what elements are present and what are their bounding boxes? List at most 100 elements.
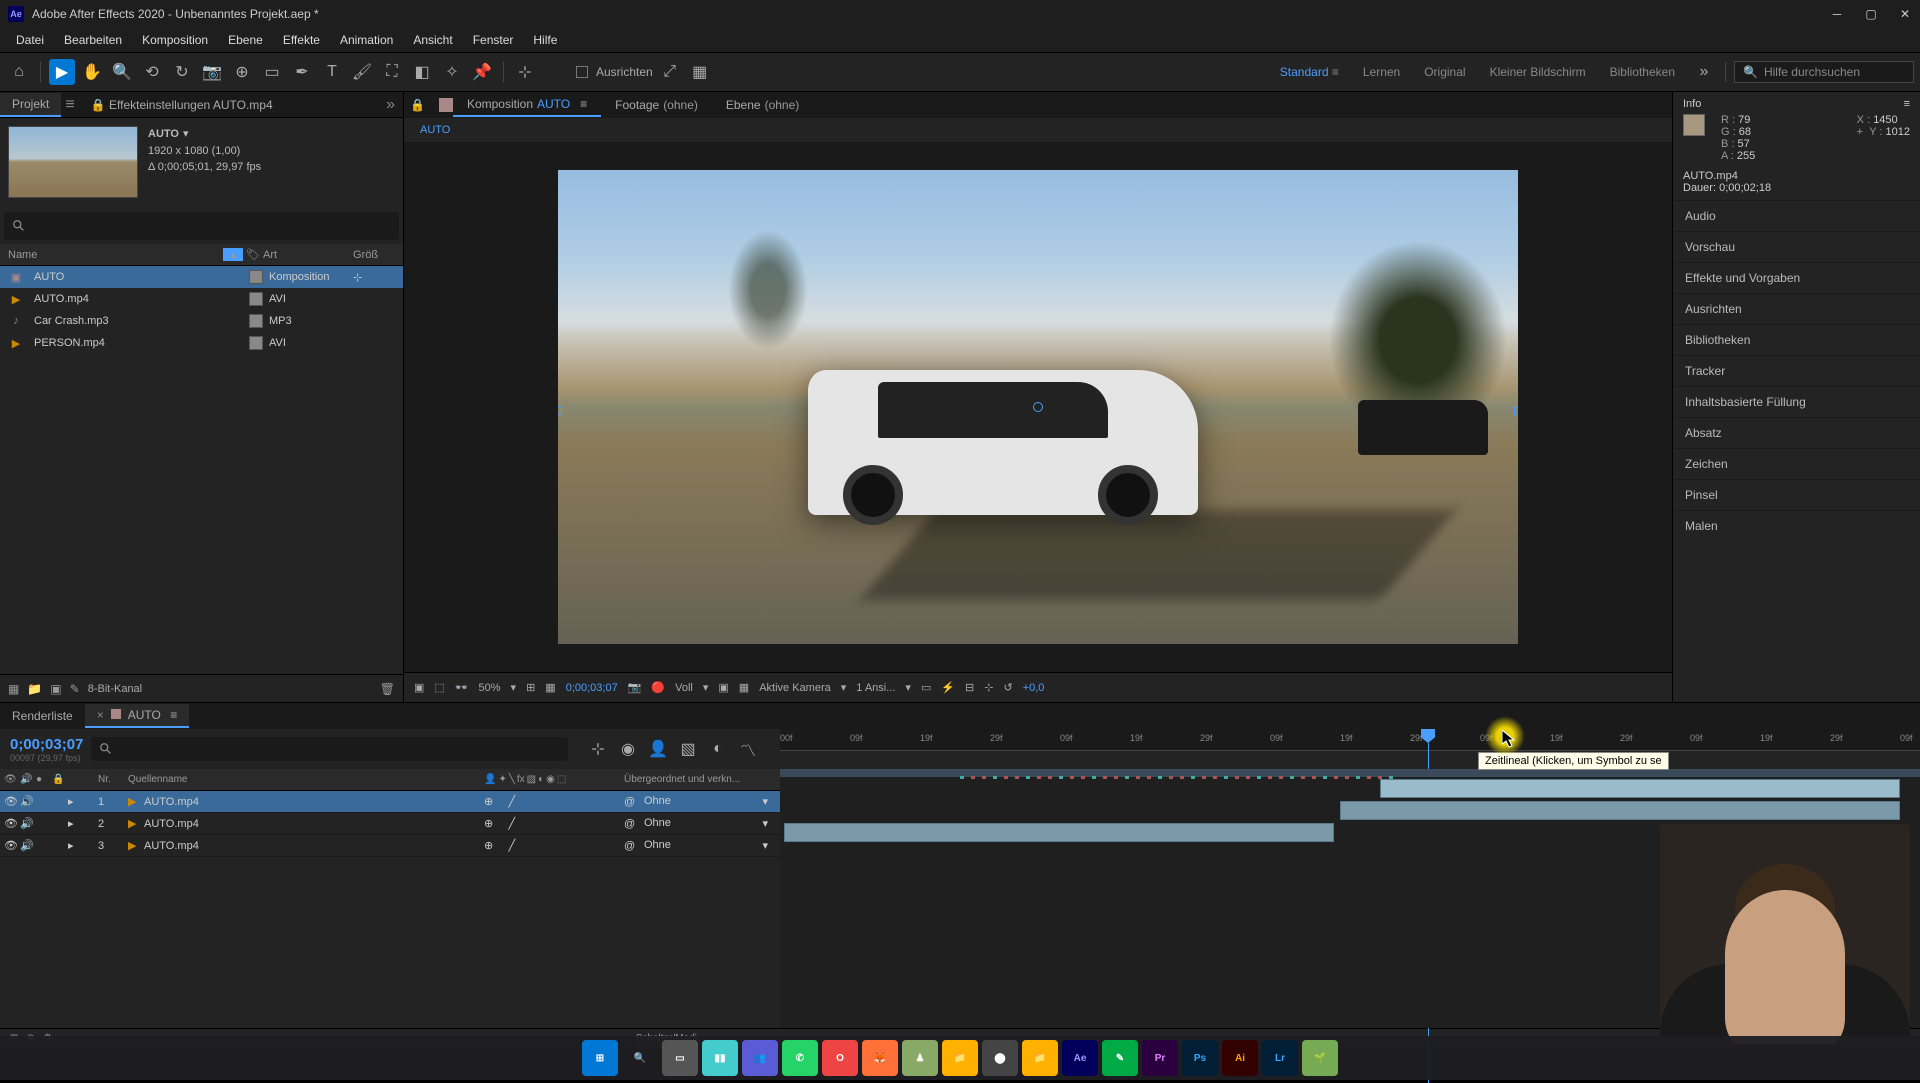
rotate-tool[interactable]: ↻ bbox=[169, 59, 195, 85]
taskbar-app-icon[interactable]: 📁 bbox=[942, 1040, 978, 1076]
col-label-icon[interactable]: 🏷 bbox=[243, 248, 263, 261]
taskbar-app-icon[interactable]: ▮▮ bbox=[702, 1040, 738, 1076]
camera-select[interactable]: Aktive Kamera bbox=[759, 682, 831, 694]
visibility-toggle[interactable]: 👁 bbox=[0, 795, 16, 808]
panel-ausrichten[interactable]: Ausrichten bbox=[1673, 293, 1920, 324]
visibility-toggle[interactable]: 👁 bbox=[0, 817, 16, 830]
panel-bibliotheken[interactable]: Bibliotheken bbox=[1673, 324, 1920, 355]
snap-grid-icon[interactable]: ▦ bbox=[687, 59, 713, 85]
grid-icon[interactable]: ▦ bbox=[739, 681, 749, 694]
type-tool[interactable]: T bbox=[319, 59, 345, 85]
menu-ansicht[interactable]: Ansicht bbox=[403, 33, 462, 47]
expand-icon[interactable]: ▸ bbox=[64, 795, 78, 808]
project-item[interactable]: ▶AUTO.mp4AVI bbox=[0, 288, 403, 310]
workspace-bibliotheken[interactable]: Bibliotheken bbox=[1598, 61, 1687, 83]
expand-icon[interactable]: ▸ bbox=[64, 839, 78, 852]
timeline-layer[interactable]: 👁🔊▸2▶AUTO.mp4⊕ ╱@Ohne ▾ bbox=[0, 813, 780, 835]
timeline-timecode[interactable]: 0;00;03;07 bbox=[10, 736, 83, 753]
draft-3d-icon[interactable]: ◉ bbox=[616, 737, 640, 761]
local-axis-icon[interactable]: ⊹ bbox=[512, 59, 538, 85]
taskbar-app-icon[interactable]: Ae bbox=[1062, 1040, 1098, 1076]
workspace-original[interactable]: Original bbox=[1412, 61, 1477, 83]
layer-clip[interactable] bbox=[1380, 779, 1900, 798]
panel-malen[interactable]: Malen bbox=[1673, 510, 1920, 541]
always-preview-icon[interactable]: ▣ bbox=[414, 681, 424, 694]
panel-vorschau[interactable]: Vorschau bbox=[1673, 231, 1920, 262]
playhead-icon[interactable] bbox=[1421, 729, 1435, 743]
menu-bearbeiten[interactable]: Bearbeiten bbox=[54, 33, 132, 47]
pickwhip-icon[interactable]: @ bbox=[620, 796, 640, 808]
selection-tool[interactable]: ▶ bbox=[49, 59, 75, 85]
layer-name[interactable]: AUTO.mp4 bbox=[140, 796, 480, 808]
transparency-icon[interactable]: ▦ bbox=[545, 681, 555, 694]
fast-preview-icon[interactable]: ⚡ bbox=[941, 681, 955, 694]
panel-overflow-icon[interactable]: » bbox=[378, 96, 403, 114]
taskbar-app-icon[interactable]: Lr bbox=[1262, 1040, 1298, 1076]
taskbar-app-icon[interactable]: 🔍 bbox=[622, 1040, 658, 1076]
tab-render-queue[interactable]: Renderliste bbox=[0, 705, 85, 727]
time-ruler[interactable]: 00f09f19f29f09f19f29f09f19f29f09f19f29f0… bbox=[780, 729, 1920, 751]
project-item[interactable]: ▶PERSON.mp4AVI bbox=[0, 332, 403, 354]
snapshot-icon[interactable]: 📷 bbox=[628, 681, 642, 694]
motion-blur-icon[interactable]: ◐ bbox=[706, 737, 730, 761]
mask-icon[interactable]: 👓 bbox=[455, 681, 469, 694]
timeline-icon[interactable]: ⊟ bbox=[965, 681, 974, 694]
col-type[interactable]: Art bbox=[263, 249, 353, 261]
taskbar-app-icon[interactable]: O bbox=[822, 1040, 858, 1076]
folder-icon[interactable]: 📁 bbox=[27, 682, 42, 696]
taskbar-app-icon[interactable]: Pr bbox=[1142, 1040, 1178, 1076]
normal-switch[interactable]: ⊕ bbox=[484, 818, 493, 830]
project-item[interactable]: ▣AUTOKomposition⊹ bbox=[0, 266, 403, 288]
menu-effekte[interactable]: Effekte bbox=[273, 33, 330, 47]
panel-effekte-und-vorgaben[interactable]: Effekte und Vorgaben bbox=[1673, 262, 1920, 293]
resolution-select[interactable]: Voll bbox=[675, 682, 693, 694]
pickwhip-icon[interactable]: @ bbox=[620, 840, 640, 852]
workspace-lernen[interactable]: Lernen bbox=[1351, 61, 1412, 83]
lock-icon[interactable]: 🔒 bbox=[410, 98, 425, 112]
home-icon[interactable]: ⌂ bbox=[6, 59, 32, 85]
layer-clip[interactable] bbox=[784, 823, 1334, 842]
draft-icon[interactable]: ⬚ bbox=[434, 681, 444, 694]
taskbar-app-icon[interactable]: 👥 bbox=[742, 1040, 778, 1076]
help-search[interactable]: 🔍 Hilfe durchsuchen bbox=[1734, 61, 1914, 83]
comp-color-icon[interactable] bbox=[439, 98, 453, 112]
roto-tool[interactable]: ✧ bbox=[439, 59, 465, 85]
workspace-kleiner-bildschirm[interactable]: Kleiner Bildschirm bbox=[1478, 61, 1598, 83]
roi-icon[interactable]: ▣ bbox=[718, 681, 728, 694]
tab-menu-icon[interactable]: ≡ bbox=[580, 97, 587, 111]
workspace-standard[interactable]: Standard ≡ bbox=[1268, 61, 1351, 83]
project-item[interactable]: ♪Car Crash.mp3MP3 bbox=[0, 310, 403, 332]
item-label-color[interactable] bbox=[249, 336, 263, 350]
taskbar-app-icon[interactable]: 🦊 bbox=[862, 1040, 898, 1076]
viewer-timecode[interactable]: 0;00;03;07 bbox=[566, 682, 618, 694]
trash-icon[interactable]: 🗑 bbox=[380, 682, 395, 696]
parent-dropdown[interactable]: Ohne bbox=[644, 839, 671, 851]
graph-editor-icon[interactable]: 〽 bbox=[736, 737, 760, 761]
hand-tool[interactable]: ✋ bbox=[79, 59, 105, 85]
interpret-icon[interactable]: ▦ bbox=[8, 682, 19, 696]
shape-tool[interactable]: ▭ bbox=[259, 59, 285, 85]
panel-audio[interactable]: Audio bbox=[1673, 200, 1920, 231]
taskbar-app-icon[interactable]: ✆ bbox=[782, 1040, 818, 1076]
frame-blend-icon[interactable]: ▧ bbox=[676, 737, 700, 761]
menu-hilfe[interactable]: Hilfe bbox=[523, 33, 567, 47]
tab-timeline-comp[interactable]: × AUTO ≡ bbox=[85, 704, 190, 728]
tab-composition[interactable]: Komposition AUTO ≡ bbox=[453, 93, 601, 117]
item-label-color[interactable] bbox=[249, 270, 263, 284]
timeline-search[interactable] bbox=[91, 737, 568, 761]
timeline-layer[interactable]: 👁🔊▸3▶AUTO.mp4⊕ ╱@Ohne ▾ bbox=[0, 835, 780, 857]
snap-checkbox[interactable] bbox=[576, 66, 588, 78]
pixel-aspect-icon[interactable]: ▭ bbox=[921, 681, 931, 694]
layer-clip[interactable] bbox=[1340, 801, 1900, 820]
taskbar-app-icon[interactable]: ✎ bbox=[1102, 1040, 1138, 1076]
composition-viewer[interactable] bbox=[404, 142, 1672, 672]
menu-komposition[interactable]: Komposition bbox=[132, 33, 218, 47]
menu-animation[interactable]: Animation bbox=[330, 33, 403, 47]
orbit-tool[interactable]: ⟲ bbox=[139, 59, 165, 85]
maximize-button[interactable]: ▢ bbox=[1864, 7, 1878, 21]
item-label-color[interactable] bbox=[249, 292, 263, 306]
tab-menu-icon[interactable]: ≡ bbox=[170, 708, 177, 722]
comp-breadcrumb[interactable]: AUTO bbox=[404, 118, 1672, 142]
eraser-tool[interactable]: ◧ bbox=[409, 59, 435, 85]
tab-effect-controls[interactable]: 🔒 Effekteinstellungen AUTO.mp4 bbox=[79, 94, 285, 116]
